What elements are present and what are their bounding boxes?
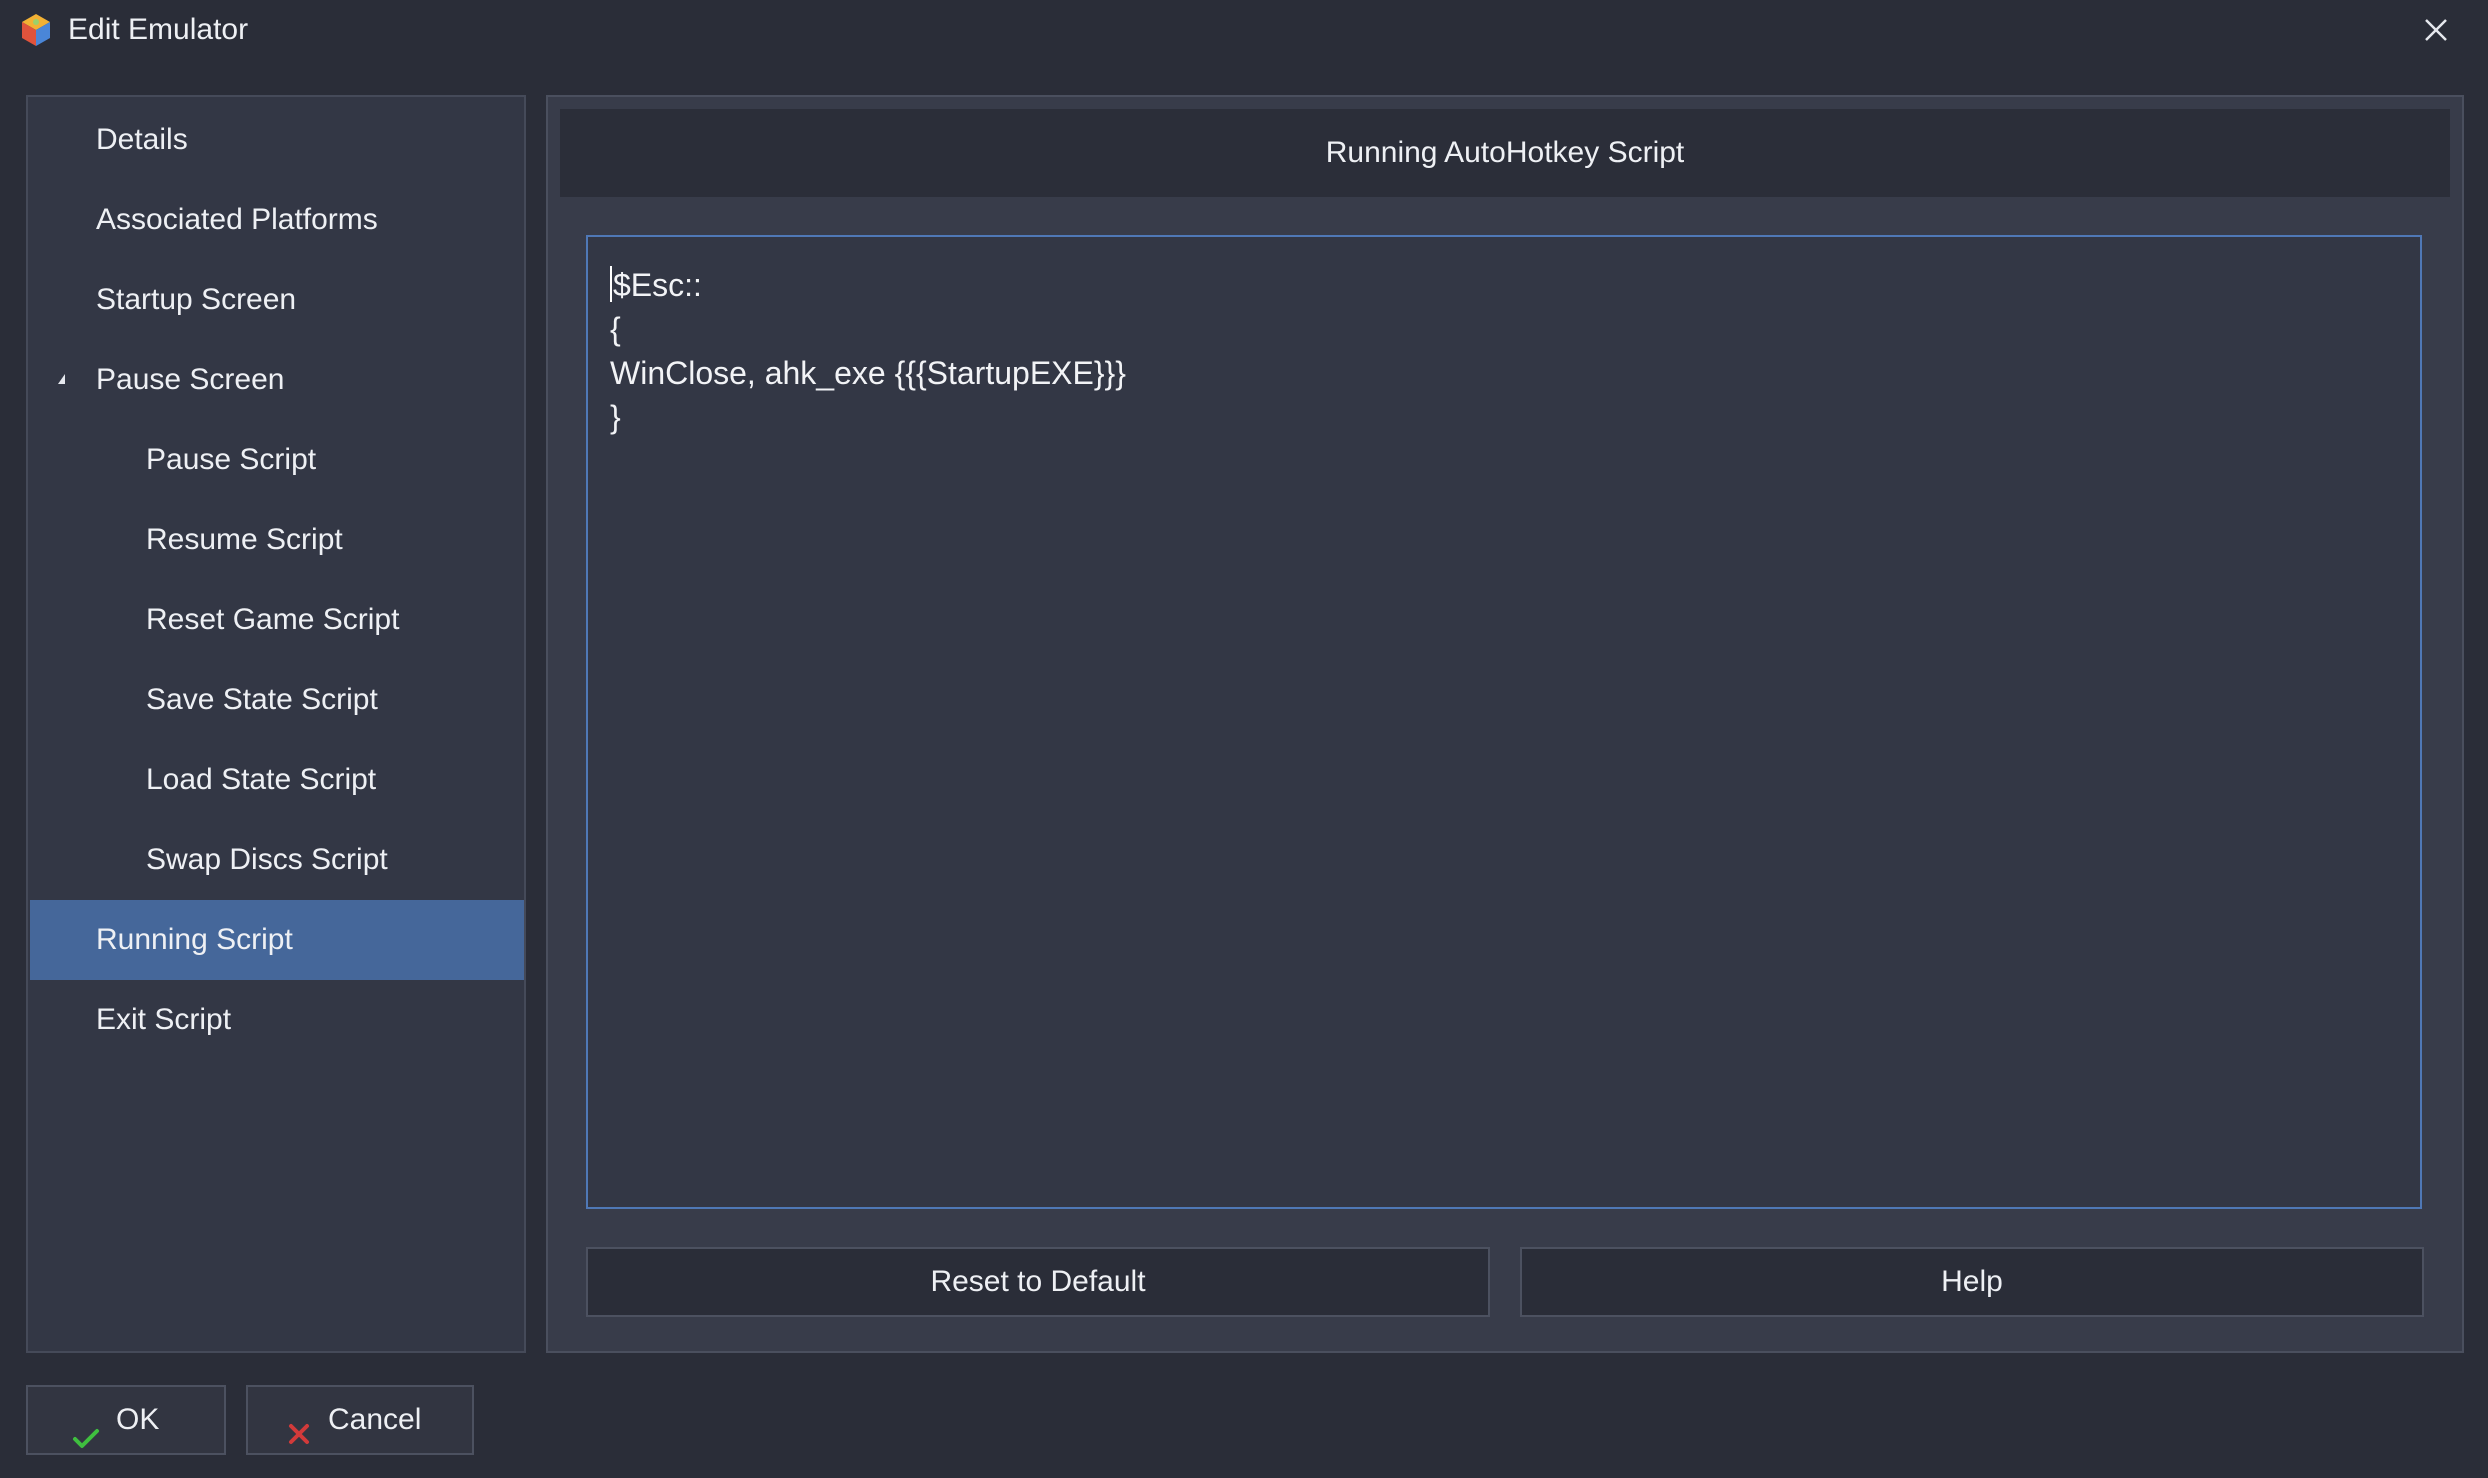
sidebar-item-label: Pause Script xyxy=(146,443,317,476)
main-panel: Running AutoHotkey Script $Esc:: { WinCl… xyxy=(546,95,2464,1353)
script-line: WinClose, ahk_exe {{{StartupEXE}}} xyxy=(610,355,1126,391)
sidebar-item-resume-script[interactable]: Resume Script xyxy=(30,500,524,580)
sidebar-item-label: Exit Script xyxy=(96,1003,232,1036)
checkmark-icon xyxy=(72,1409,100,1448)
sidebar-item-label: Reset Game Script xyxy=(146,603,400,636)
title-bar: Edit Emulator xyxy=(0,0,2488,60)
text-caret xyxy=(610,266,612,302)
panel-header: Running AutoHotkey Script xyxy=(560,109,2450,197)
sidebar-nav: Details Associated Platforms Startup Scr… xyxy=(26,95,526,1353)
sidebar-item-exit-script[interactable]: Exit Script xyxy=(30,980,524,1060)
sidebar-item-label: Swap Discs Script xyxy=(146,843,388,876)
sidebar-item-details[interactable]: Details xyxy=(30,100,524,180)
close-icon[interactable] xyxy=(2412,6,2460,54)
sidebar-item-label: Startup Screen xyxy=(96,283,297,316)
sidebar-item-associated-platforms[interactable]: Associated Platforms xyxy=(30,180,524,260)
ok-button[interactable]: OK xyxy=(26,1385,226,1455)
cancel-label: Cancel xyxy=(328,1403,422,1436)
sidebar-item-label: Running Script xyxy=(96,923,293,956)
reset-to-default-button[interactable]: Reset to Default xyxy=(586,1247,1490,1317)
sidebar-item-save-state-script[interactable]: Save State Script xyxy=(30,660,524,740)
sidebar-item-running-script[interactable]: Running Script xyxy=(30,900,524,980)
x-icon xyxy=(286,1405,314,1444)
script-line: $Esc:: xyxy=(613,267,702,303)
sidebar-item-label: Details xyxy=(96,123,188,156)
window-title: Edit Emulator xyxy=(68,13,249,46)
app-icon xyxy=(18,12,54,48)
sidebar-item-label: Load State Script xyxy=(146,763,377,796)
sidebar-item-reset-game-script[interactable]: Reset Game Script xyxy=(30,580,524,660)
sidebar-item-label: Resume Script xyxy=(146,523,343,556)
sidebar-item-load-state-script[interactable]: Load State Script xyxy=(30,740,524,820)
sidebar-item-startup-screen[interactable]: Startup Screen xyxy=(30,260,524,340)
script-line: } xyxy=(610,399,621,435)
help-button[interactable]: Help xyxy=(1520,1247,2424,1317)
script-editor[interactable]: $Esc:: { WinClose, ahk_exe {{{StartupEXE… xyxy=(586,235,2422,1209)
script-line: { xyxy=(610,311,621,347)
cancel-button[interactable]: Cancel xyxy=(246,1385,474,1455)
ok-label: OK xyxy=(116,1403,160,1436)
sidebar-item-label: Save State Script xyxy=(146,683,378,716)
sidebar-item-pause-script[interactable]: Pause Script xyxy=(30,420,524,500)
sidebar-item-label: Pause Screen xyxy=(96,363,285,396)
sidebar-item-swap-discs-script[interactable]: Swap Discs Script xyxy=(30,820,524,900)
expander-triangle-icon[interactable] xyxy=(58,374,65,384)
sidebar-item-label: Associated Platforms xyxy=(96,203,378,236)
sidebar-item-pause-screen[interactable]: Pause Screen xyxy=(30,340,524,420)
